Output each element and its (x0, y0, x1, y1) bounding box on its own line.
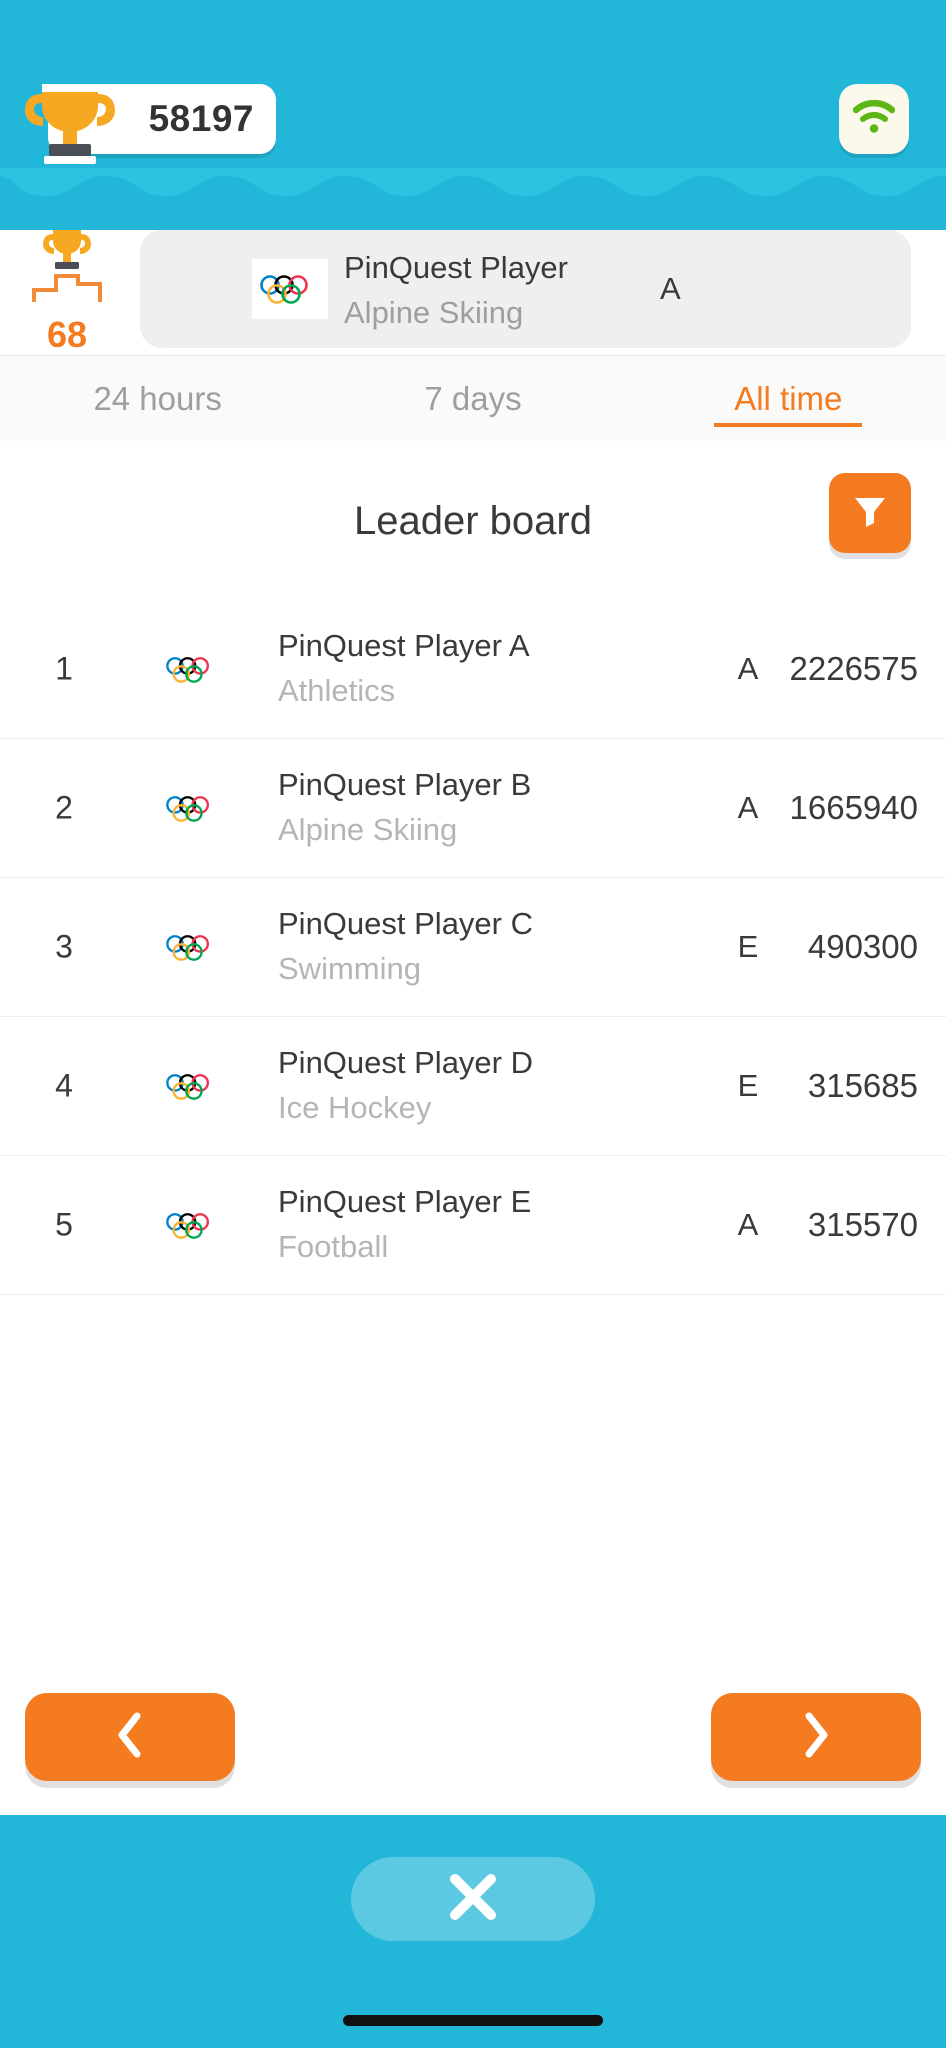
row-score: 490300 (807, 928, 918, 965)
table-row[interactable]: 4 PinQuest Player D Ice Hockey E 315685 (0, 1017, 946, 1156)
row-player-name: PinQuest Player A (278, 628, 530, 663)
previous-page-button[interactable] (25, 1693, 235, 1781)
row-sport: Athletics (278, 673, 396, 708)
row-rank: 1 (55, 650, 73, 687)
row-score: 2226575 (789, 650, 918, 687)
row-rank: 2 (55, 789, 73, 826)
table-row[interactable]: 5 PinQuest Player E Football A 315570 (0, 1156, 946, 1295)
my-rank-badge: 68 (27, 222, 107, 355)
content-sheet: 68 PinQuest Player Alpine Skiing A 24 ho… (0, 190, 946, 1815)
row-player-name: PinQuest Player B (278, 767, 532, 802)
olympic-rings-icon (158, 919, 228, 975)
chevron-right-icon (801, 1712, 831, 1763)
row-rank: 3 (55, 928, 73, 965)
table-row[interactable]: 2 PinQuest Player B Alpine Skiing A 1665… (0, 739, 946, 878)
tab-24-hours[interactable]: 24 hours (0, 380, 315, 418)
row-score: 315685 (807, 1067, 918, 1104)
close-button[interactable] (351, 1857, 595, 1941)
page-title: Leader board (354, 499, 592, 543)
my-rank-player-name: PinQuest Player (344, 250, 568, 285)
olympic-rings-icon (158, 780, 228, 836)
tab-7-days[interactable]: 7 days (315, 380, 630, 418)
row-score: 315570 (807, 1206, 918, 1243)
my-rank-card[interactable]: PinQuest Player Alpine Skiing A (140, 230, 911, 348)
row-grade: A (737, 790, 759, 825)
row-player-name: PinQuest Player D (278, 1045, 533, 1080)
podium-trophy-icon (27, 222, 107, 313)
wave-divider (0, 168, 946, 208)
chevron-left-icon (115, 1712, 145, 1763)
filter-funnel-icon (853, 495, 887, 532)
bottom-bar (0, 1815, 946, 2048)
olympic-rings-icon (158, 1197, 228, 1253)
row-grade: A (737, 651, 759, 686)
row-sport: Swimming (278, 951, 421, 986)
table-row[interactable]: 1 PinQuest Player A Athletics A 2226575 (0, 600, 946, 739)
my-rank-sport: Alpine Skiing (344, 295, 524, 330)
close-x-icon (447, 1871, 499, 1928)
row-sport: Ice Hockey (278, 1090, 432, 1125)
row-sport: Alpine Skiing (278, 812, 458, 847)
trophy-icon (22, 74, 118, 166)
filter-button[interactable] (829, 473, 911, 553)
row-rank: 4 (55, 1067, 73, 1104)
row-grade: E (737, 929, 759, 964)
time-range-tabs: 24 hours 7 days All time (0, 355, 946, 441)
row-player-name: PinQuest Player C (278, 906, 533, 941)
olympic-rings-icon (158, 1058, 228, 1114)
home-indicator (343, 2015, 603, 2026)
table-row[interactable]: 3 PinQuest Player C Swimming E 490300 (0, 878, 946, 1017)
wifi-icon (852, 99, 896, 139)
pagination-controls (0, 1693, 946, 1793)
leaderboard-panel: Leader board 1 PinQuest Player A Athleti… (0, 441, 946, 1815)
row-sport: Football (278, 1229, 389, 1264)
tab-all-time[interactable]: All time (631, 380, 946, 418)
row-player-name: PinQuest Player E (278, 1184, 532, 1219)
next-page-button[interactable] (711, 1693, 921, 1781)
my-rank-grade: A (660, 271, 681, 306)
row-grade: A (737, 1207, 759, 1242)
score-value: 58197 (148, 98, 254, 139)
row-rank: 5 (55, 1206, 73, 1243)
row-grade: E (737, 1068, 759, 1103)
row-score: 1665940 (789, 789, 918, 826)
olympic-rings-icon (252, 259, 328, 319)
olympic-rings-icon (158, 641, 228, 697)
wifi-status-button[interactable] (839, 84, 909, 154)
leaderboard-rows: 1 PinQuest Player A Athletics A 2226575 … (0, 600, 946, 1295)
my-rank-number: 68 (46, 314, 88, 355)
app-root: 58197 68 PinQuest Player Alpine Skiing A… (0, 0, 946, 2048)
my-rank-section: 68 PinQuest Player Alpine Skiing A (0, 212, 946, 362)
